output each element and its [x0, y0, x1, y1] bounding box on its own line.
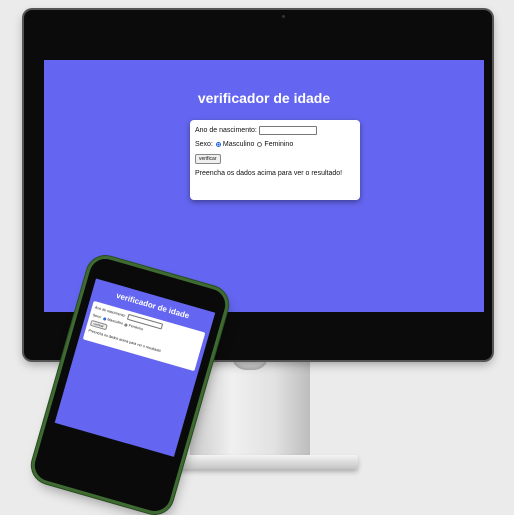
radio-female[interactable]	[257, 142, 263, 147]
phone-sex-label: Sexo:	[92, 313, 103, 320]
form-card: Ano de nascimento: Sexo: Masculino Femin…	[190, 120, 360, 200]
birth-year-label: Ano de nascimento:	[195, 127, 257, 134]
birth-year-row: Ano de nascimento:	[195, 126, 355, 135]
monitor-stand-base	[168, 455, 358, 469]
button-row: verificar	[195, 154, 355, 164]
result-text: Preencha os dados acima para ver o resul…	[195, 170, 343, 177]
camera-icon	[282, 15, 285, 18]
radio-female-label: Feminino	[264, 141, 294, 148]
birth-year-input[interactable]	[258, 126, 317, 135]
sex-label: Sexo:	[195, 141, 213, 148]
verify-button[interactable]: verificar	[195, 154, 221, 164]
radio-male[interactable]	[215, 142, 221, 147]
monitor-stand	[190, 356, 310, 460]
radio-male-label: Masculino	[222, 141, 255, 148]
sex-row: Sexo: Masculino Feminino	[195, 141, 355, 148]
page-title: verificador de idade	[197, 90, 331, 106]
